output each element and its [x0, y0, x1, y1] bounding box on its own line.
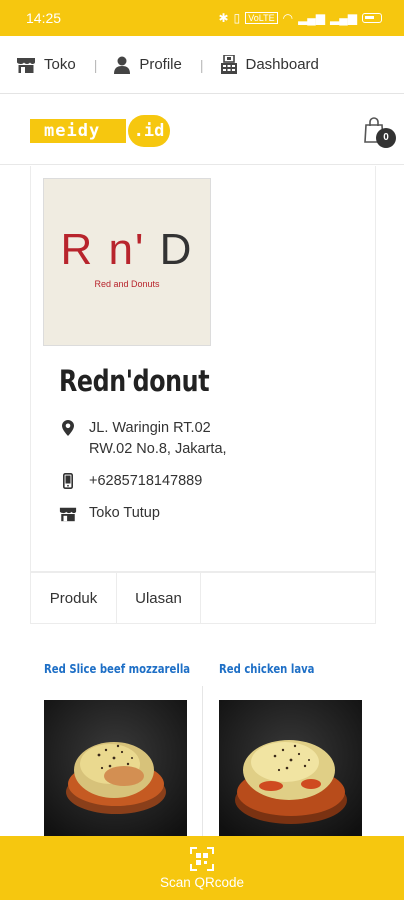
- store-logo-image: R n' D Red and Donuts: [43, 178, 211, 346]
- status-time: 14:25: [26, 10, 62, 26]
- signal-icon: ▂▄▆: [330, 11, 357, 25]
- nav-item-toko[interactable]: Toko: [16, 56, 76, 74]
- store-tabs: Produk Ulasan: [30, 572, 376, 624]
- nav-label-profile: Profile: [139, 56, 182, 73]
- store-address-line2: RW.02 No.8, Jakarta,: [89, 441, 227, 457]
- store-phone-row: +6285718147889: [59, 471, 202, 492]
- store-logo-text-part1: R n': [60, 225, 146, 274]
- battery-icon: [362, 13, 382, 23]
- nav-item-dashboard[interactable]: Dashboard: [220, 54, 319, 75]
- product-divider: [202, 686, 203, 836]
- volte-icon: VoLTE: [245, 12, 278, 24]
- status-icons: ✱ ▯ VoLTE ◠ ▂▄▆ ▂▄▆: [219, 11, 382, 25]
- nav-label-toko: Toko: [44, 56, 76, 73]
- cart-count-badge: 0: [376, 128, 396, 148]
- logo-main-text: meidy: [30, 119, 126, 143]
- product-title[interactable]: Red Slice beef mozzarella: [44, 662, 190, 676]
- scan-qrcode-label: Scan QRcode: [159, 874, 245, 890]
- product-image[interactable]: [44, 700, 187, 840]
- store-logo-subtext: Red and Donuts: [94, 279, 160, 289]
- app-header: meidy .id 0: [0, 95, 404, 165]
- store-phone[interactable]: +6285718147889: [89, 471, 202, 492]
- location-pin-icon: [62, 420, 74, 436]
- product-image[interactable]: [219, 700, 362, 840]
- product-title[interactable]: Red chicken lava: [219, 662, 314, 676]
- bluetooth-icon: ✱: [218, 11, 229, 25]
- wifi-icon: ◠: [282, 11, 294, 25]
- store-logo-text: R n' D: [44, 225, 210, 275]
- qrcode-icon: [190, 846, 214, 871]
- signal-icon: ▂▄▆: [298, 11, 326, 25]
- status-bar: 14:25 ✱ ▯ VoLTE ◠ ▂▄▆ ▂▄▆: [0, 0, 404, 36]
- logo-suffix-text: .id: [128, 115, 170, 147]
- product-photo-pizza: [44, 700, 187, 840]
- store-address-line1: JL. Waringin RT.02: [89, 420, 211, 436]
- store-card: R n' D Red and Donuts Redn'donut JL. War…: [30, 166, 376, 572]
- store-address-row: JL. Waringin RT.02 RW.02 No.8, Jakarta,: [59, 418, 227, 460]
- user-icon: [114, 56, 131, 74]
- store-logo-text-part2: D: [159, 225, 194, 274]
- dashboard-icon: [220, 54, 237, 74]
- store-status: Toko Tutup: [89, 505, 160, 521]
- cart-button[interactable]: 0: [364, 117, 396, 148]
- nav-divider: |: [93, 56, 98, 73]
- nav-item-profile[interactable]: Profile: [113, 56, 182, 74]
- store-address: JL. Waringin RT.02 RW.02 No.8, Jakarta,: [89, 418, 227, 460]
- nav-divider: |: [199, 56, 204, 73]
- mobile-phone-icon: [63, 473, 73, 489]
- app-logo[interactable]: meidy .id: [30, 115, 170, 147]
- tab-ulasan[interactable]: Ulasan: [117, 573, 201, 623]
- vibrate-icon: ▯: [233, 11, 241, 25]
- scan-qrcode-button[interactable]: Scan QRcode: [0, 836, 404, 900]
- store-name: Redn'donut: [59, 364, 210, 398]
- product-photo-pizza: [219, 700, 362, 840]
- store-icon: [17, 57, 35, 73]
- top-nav: Toko | Profile | Dashboard: [0, 36, 404, 94]
- tab-produk[interactable]: Produk: [31, 573, 117, 623]
- store-status-row: Toko Tutup: [59, 503, 160, 524]
- store-icon: [59, 507, 77, 522]
- nav-label-dashboard: Dashboard: [245, 56, 319, 73]
